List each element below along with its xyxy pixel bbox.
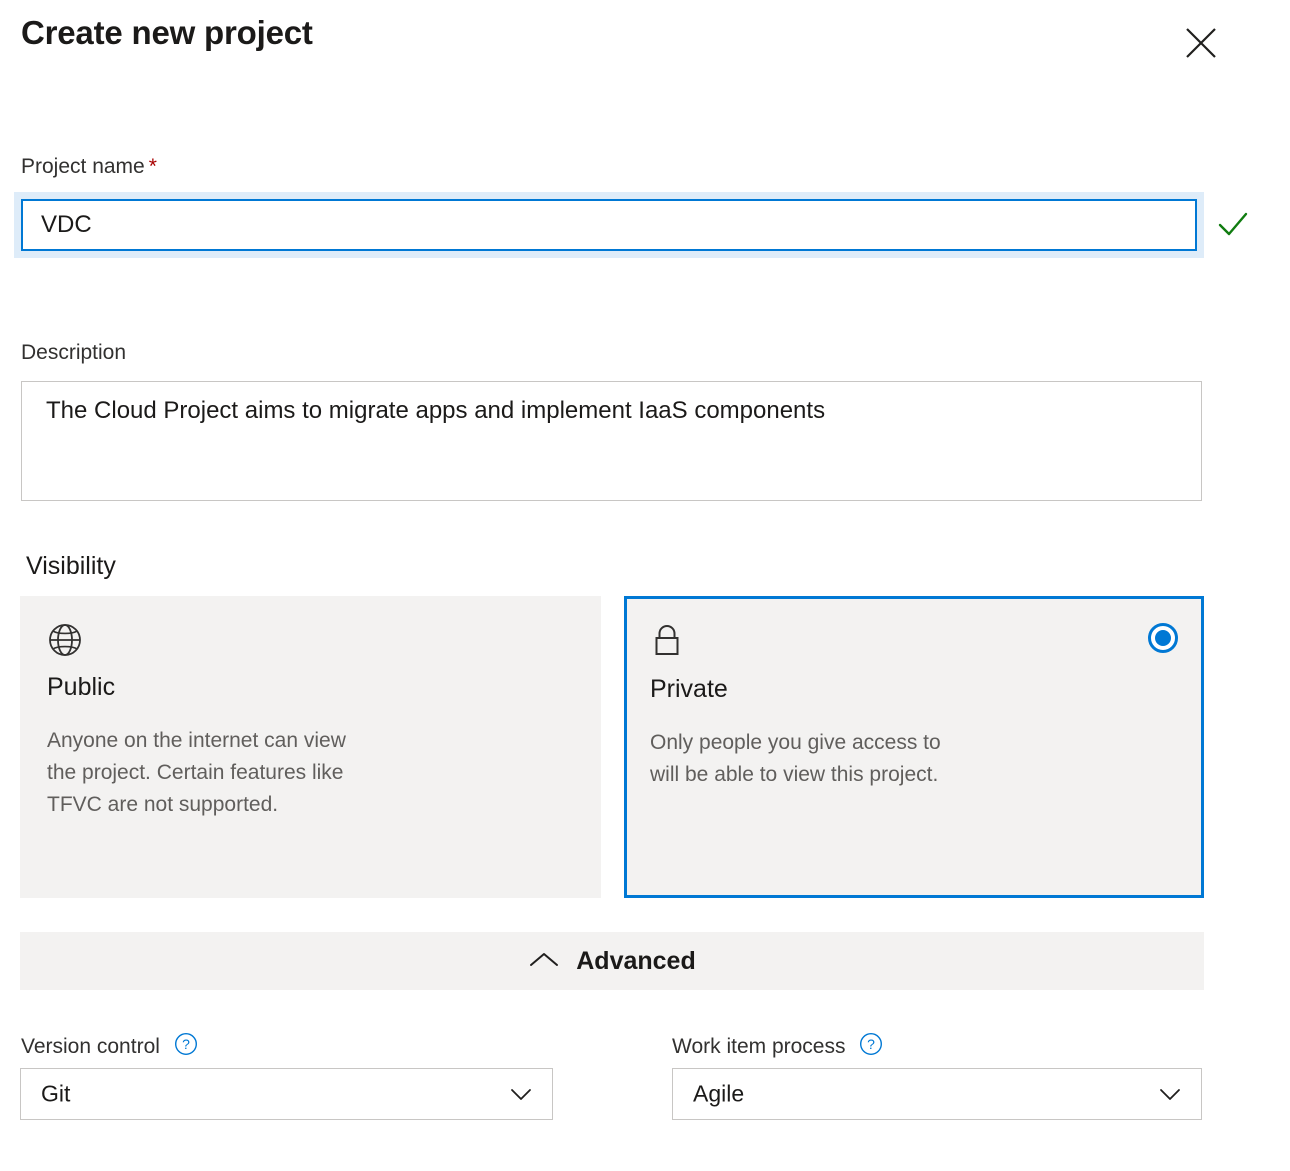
version-control-select[interactable]: Git — [20, 1068, 553, 1120]
version-control-label: Version control ? — [21, 1032, 198, 1059]
chevron-up-icon — [528, 950, 560, 973]
advanced-label: Advanced — [576, 946, 696, 975]
visibility-private-title: Private — [650, 675, 728, 703]
version-control-label-text: Version control — [21, 1035, 160, 1058]
description-textarea[interactable]: The Cloud Project aims to migrate apps a… — [21, 381, 1202, 501]
version-control-value: Git — [41, 1080, 71, 1107]
work-item-process-value: Agile — [693, 1080, 745, 1107]
project-name-input-wrapper — [14, 192, 1204, 258]
chevron-down-icon — [1157, 1081, 1183, 1107]
required-indicator: * — [148, 155, 157, 178]
visibility-public-title: Public — [47, 673, 116, 701]
help-circle-icon[interactable]: ? — [174, 1032, 198, 1056]
project-name-valid-icon — [1216, 207, 1250, 241]
description-label: Description — [21, 341, 127, 364]
svg-text:?: ? — [182, 1036, 190, 1052]
help-circle-icon[interactable]: ? — [859, 1032, 883, 1056]
close-icon — [1184, 26, 1218, 60]
work-item-process-label: Work item process ? — [672, 1032, 883, 1059]
project-name-input[interactable] — [21, 199, 1197, 251]
work-item-process-select[interactable]: Agile — [672, 1068, 1202, 1120]
work-item-process-label-text: Work item process — [672, 1035, 846, 1058]
visibility-private-radio[interactable] — [1148, 623, 1178, 653]
panel-header: Create new project — [0, 0, 1290, 100]
close-button[interactable] — [1176, 18, 1226, 68]
advanced-toggle[interactable]: Advanced — [20, 932, 1204, 990]
visibility-option-public[interactable]: Public Anyone on the internet can view t… — [20, 596, 601, 898]
visibility-option-private[interactable]: Private Only people you give access to w… — [624, 596, 1204, 898]
project-name-label: Project name * — [21, 155, 157, 179]
visibility-options: Public Anyone on the internet can view t… — [20, 596, 1204, 898]
visibility-private-description: Only people you give access to will be a… — [650, 731, 941, 786]
visibility-heading: Visibility — [26, 552, 116, 580]
svg-text:?: ? — [867, 1036, 875, 1052]
project-name-label-text: Project name — [21, 155, 145, 178]
chevron-down-icon — [508, 1081, 534, 1107]
lock-icon — [650, 622, 686, 658]
page-title: Create new project — [21, 14, 313, 51]
globe-icon — [47, 622, 83, 658]
visibility-public-description: Anyone on the internet can view the proj… — [47, 729, 346, 816]
